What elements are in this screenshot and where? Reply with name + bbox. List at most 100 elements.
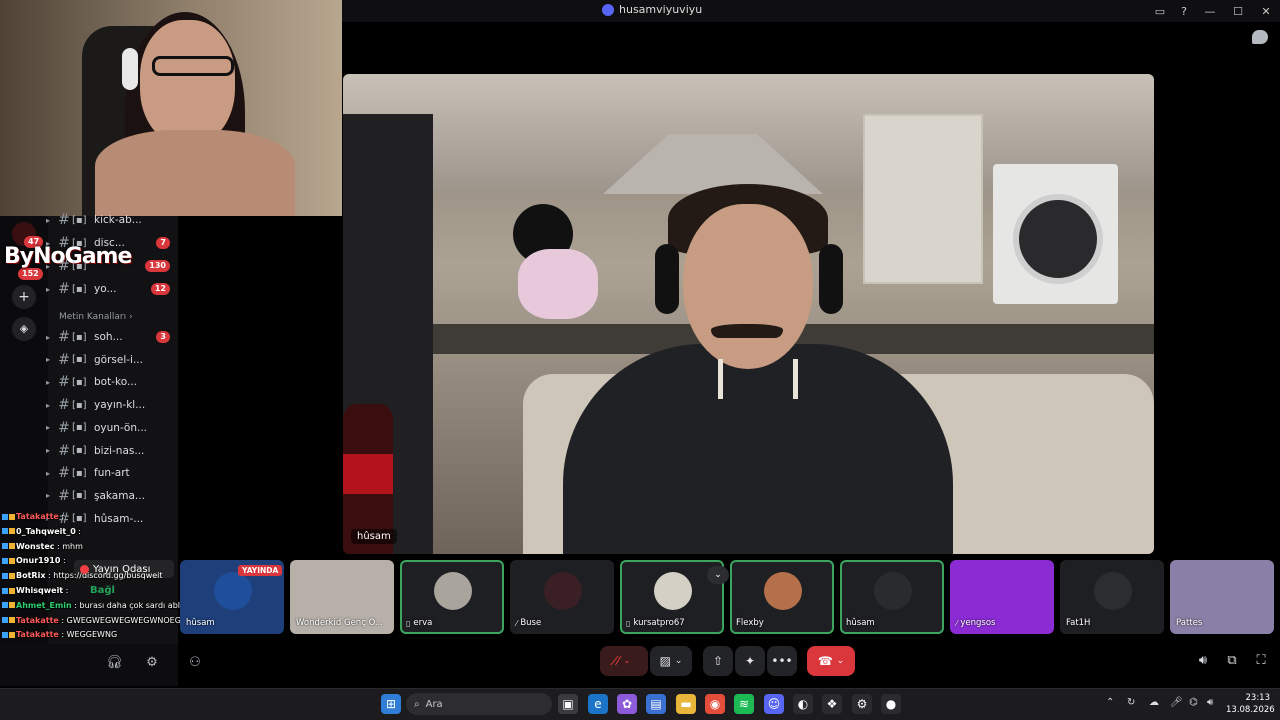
participant-name: kursatpro67 (633, 618, 685, 628)
badge-icon (9, 587, 15, 594)
channel-item[interactable]: ▸ # [▪] oyun-ön... (46, 418, 178, 438)
participant-label: ⁄ Buse (516, 618, 541, 628)
maximize-button[interactable]: ☐ (1224, 5, 1252, 18)
chevron-right-icon[interactable]: ▸ (46, 401, 56, 410)
microphone-icon[interactable]: 🎤︎ (1170, 697, 1183, 708)
chrome-icon[interactable]: ◉ (705, 694, 725, 714)
help-icon[interactable]: ? (1172, 5, 1196, 18)
participant-name: Fat1H (1066, 618, 1091, 628)
unread-badge: 130 (145, 260, 170, 272)
fullscreen-icon[interactable]: ⛶ (1252, 652, 1270, 670)
chevron-right-icon[interactable]: ▸ (46, 333, 56, 342)
store-icon[interactable]: ▤ (646, 694, 666, 714)
chevron-right-icon[interactable]: ▸ (46, 285, 56, 294)
obs-icon[interactable]: ● (881, 694, 901, 714)
speaker-name: hûsam (351, 529, 397, 544)
channel-item[interactable]: ▸ # [▪] şakama... (46, 486, 178, 506)
mute-button[interactable]: ⁄̸ ⌄ (600, 646, 648, 676)
pop-out-icon[interactable]: ⧉ (1223, 652, 1241, 670)
discord-icon[interactable]: ☺ (764, 694, 784, 714)
participant-tile[interactable]: ⁄ yengsos (950, 560, 1054, 634)
settings-icon[interactable]: ⚙ (144, 655, 160, 671)
app-icon[interactable]: ❖ (822, 694, 842, 714)
participant-tile[interactable]: YAYINDA hûsam (180, 560, 284, 634)
participant-tile[interactable]: Flexby (730, 560, 834, 634)
chevron-down-icon[interactable]: ⌄ (675, 656, 683, 666)
chevron-right-icon[interactable]: ▸ (46, 262, 56, 271)
headset-icon[interactable]: 🎧︎ (106, 655, 123, 671)
chevron-down-icon[interactable]: ⌄ (623, 656, 631, 666)
participant-tile[interactable]: Fat1H (1060, 560, 1164, 634)
unread-badge: 3 (156, 331, 170, 343)
app-icon[interactable]: ◐ (793, 694, 813, 714)
speaker-icon[interactable]: 🔊︎ (1207, 697, 1213, 708)
chevron-right-icon[interactable]: ▸ (46, 239, 56, 248)
chat-icon[interactable] (1252, 30, 1268, 44)
category-text-channels[interactable]: Metin Kanalları › (59, 312, 133, 322)
chevron-right-icon[interactable]: ▸ (46, 446, 56, 455)
participant-tile[interactable]: Wonderkid Genç O... (290, 560, 394, 634)
participant-tile[interactable]: hûsam (840, 560, 944, 634)
chevron-right-icon[interactable]: ▸ (46, 491, 56, 500)
camera-button[interactable]: ▨ ⌄ (650, 646, 692, 676)
participant-tile[interactable]: ⁄ Buse (510, 560, 614, 634)
settings-app-icon[interactable]: ⚙ (852, 694, 872, 714)
explorer-icon[interactable]: ▬ (676, 694, 696, 714)
network-icon[interactable]: ⌬ (1189, 697, 1198, 708)
focused-video[interactable]: hûsam (343, 74, 1154, 554)
channel-emoji-icon: [▪] (72, 331, 87, 343)
badge-icon (9, 528, 15, 535)
participant-tile[interactable]: ▯ erva (400, 560, 504, 634)
spotify-icon[interactable]: ≋ (734, 694, 754, 714)
chevron-down-icon[interactable]: ⌄ (837, 656, 845, 666)
mic-status-icon: ⁄ (956, 618, 958, 628)
task-view-icon[interactable]: ▣ (558, 694, 578, 714)
channel-item[interactable]: ▸ # [▪] soh... 3 (46, 327, 178, 347)
channel-item[interactable]: ▸ # [▪] yayın-kl... (46, 395, 178, 415)
channel-name: oyun-ön... (94, 421, 148, 434)
participant-name: hûsam (846, 618, 875, 628)
activities-button[interactable]: ✦ (735, 646, 765, 676)
chevron-right-icon[interactable]: ▸ (46, 355, 56, 364)
start-icon[interactable]: ⊞ (381, 694, 401, 714)
minimize-button[interactable]: — (1196, 5, 1224, 18)
chevron-right-icon[interactable]: ▸ (46, 216, 56, 225)
channel-name: kick-ab... (94, 214, 142, 226)
channel-item[interactable]: ▸ # [▪] 130 (46, 256, 178, 276)
hash-icon: # (58, 397, 70, 414)
channel-item[interactable]: ▸ # [▪] görsel-i... (46, 350, 178, 370)
cloud-icon[interactable]: ☁ (1149, 697, 1159, 708)
chevron-right-icon[interactable]: ▸ (46, 378, 56, 387)
channel-item[interactable]: ▸ # [▪] disc... 7 (46, 233, 178, 253)
channel-item[interactable]: ▸ # [▪] bot-ko... (46, 372, 178, 392)
participant-tile[interactable]: Pattes (1170, 560, 1274, 634)
channel-item[interactable]: ▸ # [▪] bizi-nas... (46, 441, 178, 461)
tray-chevron-icon[interactable]: ⌃ (1106, 697, 1114, 708)
channel-emoji-icon: [▪] (72, 260, 87, 272)
disconnect-button[interactable]: ☎ ⌄ (807, 646, 855, 676)
search-icon: ⌕ (414, 698, 420, 710)
collapse-tiles-button[interactable]: ⌄ (707, 566, 729, 584)
channel-emoji-icon: [▪] (72, 490, 87, 502)
copilot-icon[interactable]: ✿ (617, 694, 637, 714)
close-button[interactable]: ✕ (1252, 5, 1280, 18)
inbox-icon[interactable]: ▭ (1148, 5, 1172, 18)
taskbar-search[interactable]: ⌕ Ara (406, 693, 552, 715)
tray-app-icon[interactable]: ↻ (1127, 697, 1135, 708)
share-screen-button[interactable]: ⇧ (703, 646, 733, 676)
taskbar-clock[interactable]: 23:13 13.08.2026 (1226, 692, 1275, 716)
edge-icon[interactable]: e (588, 694, 608, 714)
explore-icon[interactable]: ◈ (12, 317, 36, 341)
chevron-right-icon[interactable]: ▸ (46, 469, 56, 478)
add-server-icon[interactable]: + (12, 285, 36, 309)
channel-item[interactable]: ▸ # [▪] fun-art (46, 463, 178, 483)
channel-item[interactable]: ▸ # [▪] yo... 12 (46, 279, 178, 299)
invite-icon[interactable]: ⚇ (187, 655, 203, 671)
hang-up-icon: ☎ (817, 654, 833, 668)
chat-username: BotRix (16, 571, 46, 581)
voice-channel[interactable]: Yayın Odası (74, 560, 174, 578)
channel-item[interactable]: ▸ # [▪] kick-ab... (46, 210, 178, 230)
more-button[interactable]: ••• (767, 646, 797, 676)
chevron-right-icon[interactable]: ▸ (46, 423, 56, 432)
volume-icon[interactable]: 🔊︎ (1194, 652, 1212, 670)
